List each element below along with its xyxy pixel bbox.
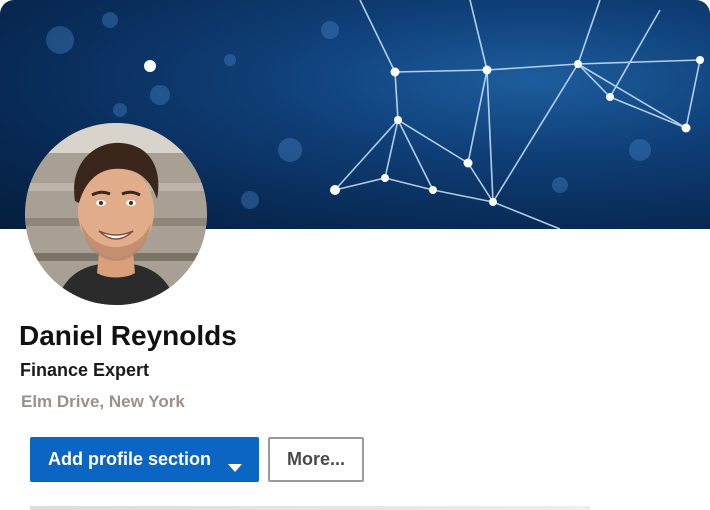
add-profile-section-button[interactable]: Add profile section — [30, 437, 259, 482]
profile-location: Elm Drive, New York — [21, 392, 185, 411]
add-profile-section-label: Add profile section — [48, 449, 212, 469]
avatar[interactable] — [25, 123, 207, 305]
card-divider — [30, 506, 590, 510]
more-button[interactable]: More... — [268, 437, 364, 482]
profile-card: Daniel Reynolds Finance Expert Elm Drive… — [0, 0, 710, 510]
caret-down-icon — [228, 456, 242, 477]
profile-headline: Finance Expert — [20, 360, 150, 380]
profile-name: Daniel Reynolds — [19, 320, 237, 351]
more-label: More... — [286, 449, 345, 469]
profile-photo — [25, 123, 207, 305]
